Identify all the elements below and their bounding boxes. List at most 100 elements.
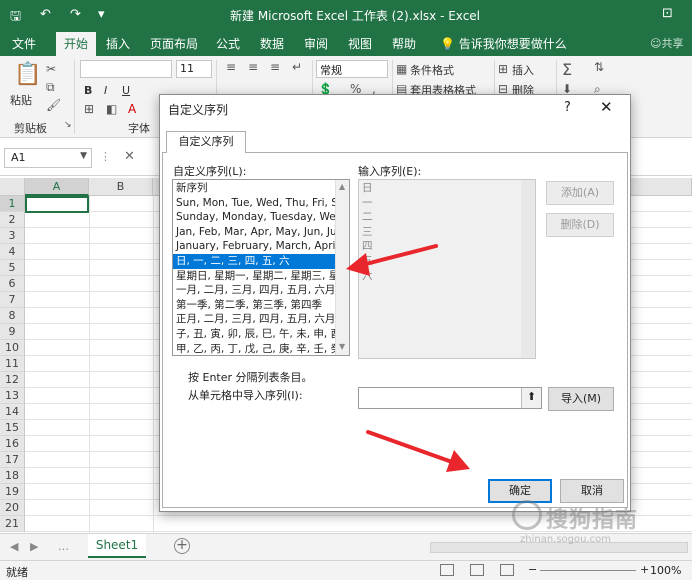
list-item[interactable]: 一月, 二月, 三月, 四月, 五月, 六月, bbox=[173, 283, 337, 298]
row-header[interactable]: 12 bbox=[0, 372, 25, 388]
row-header[interactable]: 17 bbox=[0, 452, 25, 468]
share-button[interactable]: ☺共享 bbox=[650, 35, 683, 51]
fill-color-icon[interactable]: ◧ bbox=[106, 102, 117, 116]
tell-me-search[interactable]: 💡 告诉我你想要做什么 bbox=[440, 35, 567, 52]
chevron-down-icon[interactable]: ▼ bbox=[80, 151, 87, 161]
help-button[interactable]: ? bbox=[564, 100, 571, 115]
list-item[interactable]: 新序列 bbox=[173, 181, 337, 196]
row-header[interactable]: 8 bbox=[0, 308, 25, 324]
paste-icon[interactable]: 📋 bbox=[14, 62, 41, 87]
tab-insert[interactable]: 插入 bbox=[106, 35, 130, 52]
tab-file[interactable]: 文件 bbox=[12, 35, 36, 52]
row-header[interactable]: 19 bbox=[0, 484, 25, 500]
row-header[interactable]: 14 bbox=[0, 404, 25, 420]
normal-view-icon[interactable] bbox=[440, 564, 454, 576]
row-header[interactable]: 3 bbox=[0, 228, 25, 244]
save-icon[interactable]: 🖫 bbox=[10, 7, 21, 29]
listbox-scrollbar[interactable]: ▲ ▼ bbox=[335, 180, 349, 355]
row-header[interactable]: 15 bbox=[0, 420, 25, 436]
tab-view[interactable]: 视图 bbox=[348, 35, 372, 52]
list-item[interactable]: January, February, March, April bbox=[173, 239, 337, 254]
custom-lists-listbox[interactable]: 新序列 Sun, Mon, Tue, Wed, Thu, Fri, S Sunday… bbox=[172, 179, 350, 356]
scroll-down-icon[interactable]: ▼ bbox=[339, 342, 345, 351]
row-header[interactable]: 5 bbox=[0, 260, 25, 276]
column-header[interactable]: B bbox=[89, 178, 153, 196]
insert-cells-button[interactable]: 插入 bbox=[512, 62, 534, 78]
align-bottom-icon[interactable]: ≡ bbox=[270, 60, 280, 74]
borders-icon[interactable]: ⊞ bbox=[84, 102, 94, 116]
font-name-input[interactable] bbox=[80, 60, 172, 78]
list-item[interactable]: 甲, 乙, 丙, 丁, 戊, 己, 庚, 辛, 壬, 癸 bbox=[173, 342, 337, 355]
align-top-icon[interactable]: ≡ bbox=[226, 60, 236, 74]
list-item[interactable]: 星期日, 星期一, 星期二, 星期三, 星 bbox=[173, 269, 337, 284]
delete-button[interactable]: 删除(D) bbox=[546, 213, 614, 237]
bold-button[interactable]: B bbox=[84, 84, 92, 97]
zoom-out-icon[interactable]: − bbox=[528, 563, 537, 576]
import-range-input[interactable]: ⬆ bbox=[358, 387, 542, 409]
row-header[interactable]: 9 bbox=[0, 324, 25, 340]
underline-button[interactable]: U bbox=[122, 84, 130, 97]
row-header[interactable]: 7 bbox=[0, 292, 25, 308]
insert-cells-icon[interactable]: ⊞ bbox=[498, 62, 508, 76]
copy-icon[interactable]: ⧉ bbox=[46, 80, 55, 95]
sort-filter-icon[interactable]: ⇅ bbox=[594, 60, 604, 74]
next-sheet-icon[interactable]: ▶ bbox=[30, 540, 38, 553]
row-header[interactable]: 2 bbox=[0, 212, 25, 228]
number-format-select[interactable]: 常规 bbox=[316, 60, 388, 78]
row-header[interactable]: 18 bbox=[0, 468, 25, 484]
name-box[interactable]: A1 ▼ bbox=[4, 148, 92, 168]
more-sheets-icon[interactable]: … bbox=[58, 540, 69, 553]
align-middle-icon[interactable]: ≡ bbox=[248, 60, 258, 74]
italic-button[interactable]: I bbox=[104, 84, 107, 97]
row-header[interactable]: 21 bbox=[0, 516, 25, 532]
list-item[interactable]: Sunday, Monday, Tuesday, Wec bbox=[173, 210, 337, 225]
close-button[interactable]: ✕ bbox=[600, 98, 613, 116]
select-all-corner[interactable] bbox=[0, 178, 25, 196]
conditional-format-icon[interactable]: ▦ bbox=[396, 62, 407, 76]
page-break-view-icon[interactable] bbox=[500, 564, 514, 576]
tab-data[interactable]: 数据 bbox=[260, 35, 284, 52]
zoom-slider[interactable] bbox=[540, 570, 636, 571]
list-item[interactable]: 第一季, 第二季, 第三季, 第四季 bbox=[173, 298, 337, 313]
cancel-entry-icon[interactable]: ✕ bbox=[124, 149, 135, 164]
row-header[interactable]: 6 bbox=[0, 276, 25, 292]
collapse-dialog-icon[interactable]: ⬆ bbox=[521, 388, 541, 408]
tab-help[interactable]: 帮助 bbox=[392, 35, 416, 52]
active-cell-a1[interactable] bbox=[25, 196, 89, 213]
clipboard-launcher-icon[interactable]: ↘ bbox=[64, 120, 72, 130]
format-painter-icon[interactable]: 🖌 bbox=[46, 98, 61, 112]
zoom-level[interactable]: 100% bbox=[650, 564, 681, 577]
paste-button[interactable]: 粘贴 bbox=[10, 92, 32, 108]
list-item[interactable]: 子, 丑, 寅, 卯, 辰, 巳, 午, 未, 申, 酉 bbox=[173, 327, 337, 342]
import-button[interactable]: 导入(M) bbox=[548, 387, 614, 411]
zoom-in-icon[interactable]: + bbox=[640, 563, 649, 576]
row-header[interactable]: 1 bbox=[0, 196, 25, 212]
autosum-icon[interactable]: Σ bbox=[562, 60, 572, 79]
add-button[interactable]: 添加(A) bbox=[546, 181, 614, 205]
row-header[interactable]: 10 bbox=[0, 340, 25, 356]
list-item[interactable]: Jan, Feb, Mar, Apr, May, Jun, Ju bbox=[173, 225, 337, 240]
list-item-selected[interactable]: 日, 一, 二, 三, 四, 五, 六 bbox=[173, 254, 337, 269]
conditional-format-button[interactable]: 条件格式 bbox=[410, 62, 454, 78]
row-header[interactable]: 13 bbox=[0, 388, 25, 404]
font-color-icon[interactable]: A bbox=[128, 102, 136, 116]
row-header[interactable]: 20 bbox=[0, 500, 25, 516]
font-size-input[interactable]: 11 bbox=[176, 60, 212, 78]
prev-sheet-icon[interactable]: ◀ bbox=[10, 540, 18, 553]
tab-custom-lists[interactable]: 自定义序列 bbox=[166, 131, 246, 153]
redo-icon[interactable]: ↷ bbox=[70, 7, 81, 22]
list-entries-textarea[interactable]: 日一二三四五六 bbox=[358, 179, 536, 359]
tab-formulas[interactable]: 公式 bbox=[216, 35, 240, 52]
list-item[interactable]: 正月, 二月, 三月, 四月, 五月, 六月, bbox=[173, 312, 337, 327]
wrap-text-icon[interactable]: ↵ bbox=[292, 60, 302, 74]
column-header[interactable]: A bbox=[25, 178, 89, 196]
undo-icon[interactable]: ↶ bbox=[40, 7, 51, 22]
tab-home[interactable]: 开始 bbox=[56, 32, 97, 56]
ribbon-display-icon[interactable]: ⊡ bbox=[662, 6, 673, 21]
scroll-up-icon[interactable]: ▲ bbox=[339, 182, 345, 191]
cut-icon[interactable]: ✂ bbox=[46, 62, 56, 76]
row-header[interactable]: 4 bbox=[0, 244, 25, 260]
page-layout-view-icon[interactable] bbox=[470, 564, 484, 576]
customize-qat-icon[interactable]: ▾ bbox=[98, 7, 105, 22]
tab-review[interactable]: 审阅 bbox=[304, 35, 328, 52]
